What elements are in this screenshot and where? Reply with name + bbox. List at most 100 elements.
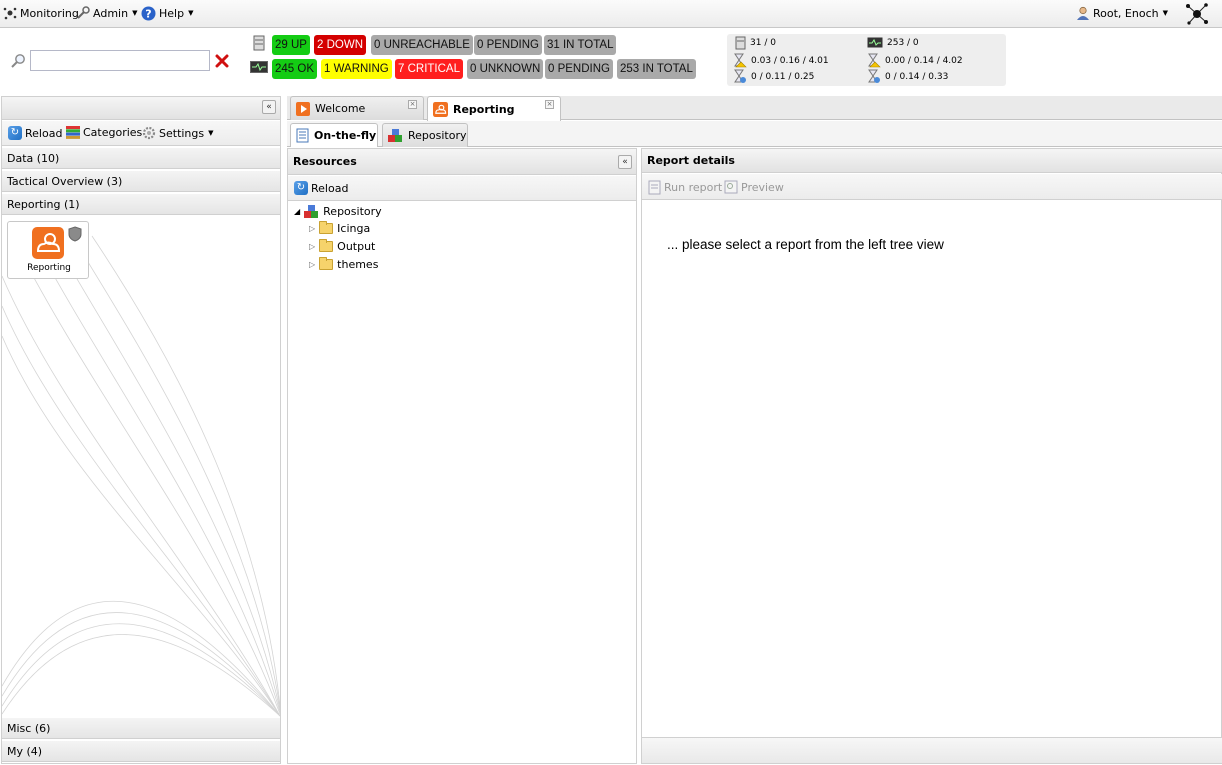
- reporting-cronk-tile[interactable]: Reporting: [7, 221, 89, 279]
- wrench-icon: [77, 6, 90, 19]
- help-label[interactable]: Help: [159, 7, 184, 20]
- services-unknown-badge[interactable]: 0 UNKNOWN: [467, 59, 544, 79]
- resources-reload-button[interactable]: ↻ Reload: [294, 181, 348, 195]
- hourglass-warning-icon: [734, 53, 747, 68]
- preview-icon: [724, 180, 738, 194]
- chevron-down-icon: ▼: [132, 9, 138, 17]
- help-menu[interactable]: ? Help ▼: [141, 5, 193, 21]
- section-tactical-overview[interactable]: Tactical Overview (3): [2, 170, 280, 192]
- menu-bar: Monitoring Admin ▼ ? Help ▼ Root, Enoch ▼: [0, 0, 1222, 28]
- section-reporting[interactable]: Reporting (1): [2, 193, 280, 215]
- report-details-header: Report details: [642, 149, 1222, 173]
- run-report-button[interactable]: Run report: [648, 180, 722, 195]
- background-swoosh: [2, 235, 280, 717]
- reload-icon: ↻: [294, 181, 308, 195]
- host-server-icon: [735, 36, 746, 50]
- perf-host-count: 31 / 0: [735, 36, 776, 50]
- services-warning-badge[interactable]: 1 WARNING: [321, 59, 392, 79]
- admin-menu[interactable]: Admin ▼: [76, 5, 137, 21]
- hosts-up-badge[interactable]: 29 UP: [272, 35, 310, 55]
- categories-icon: [66, 126, 80, 139]
- reporting-cronk-label: Reporting: [27, 263, 71, 273]
- help-icon: ?: [141, 6, 156, 20]
- hourglass-warning-icon: [868, 53, 881, 68]
- user-icon: [1077, 6, 1089, 20]
- service-monitor-icon: [250, 61, 268, 73]
- shield-icon: [68, 226, 82, 242]
- hourglass-exec-icon: [868, 69, 880, 83]
- host-server-icon: [253, 35, 265, 51]
- section-misc[interactable]: Misc (6): [2, 717, 280, 739]
- resources-collapse-button[interactable]: «: [618, 155, 632, 169]
- svg-text:?: ?: [145, 7, 151, 20]
- report-details-title: Report details: [647, 154, 735, 167]
- tree-folder-themes[interactable]: ▷ themes: [309, 257, 378, 271]
- hosts-pending-badge[interactable]: 0 PENDING: [474, 35, 542, 55]
- monitoring-label[interactable]: Monitoring: [20, 7, 79, 20]
- categories-button[interactable]: Categories: [66, 126, 142, 139]
- collapsed-arrow-icon[interactable]: ▷: [309, 260, 315, 269]
- perf-service-latency: 0.00 / 0.14 / 4.02: [867, 53, 963, 68]
- perf-service-exec: 0 / 0.14 / 0.33: [867, 69, 948, 84]
- folder-icon: [319, 239, 334, 252]
- sidebar-header: [2, 97, 280, 120]
- reporting-icon: [433, 101, 448, 117]
- tree-folder-output[interactable]: ▷ Output: [309, 239, 375, 253]
- chevron-down-icon: ▼: [1162, 9, 1168, 17]
- service-monitor-icon: [867, 37, 883, 48]
- search-icon: [11, 54, 25, 68]
- expanded-arrow-icon[interactable]: ◢: [294, 207, 300, 216]
- report-details-footer: [642, 737, 1222, 763]
- close-icon[interactable]: ×: [408, 100, 417, 109]
- performance-box: 31 / 0 253 / 0 0.03 / 0.16 / 4.01 0.00 /…: [727, 34, 1006, 86]
- hosts-down-badge[interactable]: 2 DOWN: [314, 35, 366, 55]
- tab-reporting[interactable]: Reporting ×: [427, 96, 561, 121]
- close-icon[interactable]: ×: [545, 100, 554, 109]
- sidebar-collapse-button[interactable]: «: [262, 100, 276, 114]
- services-pending-badge[interactable]: 0 PENDING: [545, 59, 613, 79]
- repository-icon: [304, 205, 319, 218]
- user-menu[interactable]: Root, Enoch ▼: [1076, 5, 1168, 21]
- reporting-cronk-icon: [32, 227, 64, 259]
- resources-title: Resources: [293, 155, 357, 168]
- hosts-unreachable-badge[interactable]: 0 UNREACHABLE: [371, 35, 473, 55]
- folder-icon: [319, 257, 334, 270]
- perf-host-exec: 0 / 0.11 / 0.25: [733, 69, 814, 84]
- sidebar-reload-button[interactable]: ↻ Reload: [8, 126, 62, 140]
- tree-repository[interactable]: ◢ Repository: [294, 204, 382, 219]
- select-report-message: ... please select a report from the left…: [667, 237, 944, 252]
- user-label[interactable]: Root, Enoch: [1093, 7, 1159, 20]
- tree-folder-icinga[interactable]: ▷ Icinga: [309, 221, 370, 235]
- settings-button[interactable]: Settings ▼: [142, 126, 214, 140]
- document-icon: [296, 128, 309, 143]
- section-my[interactable]: My (4): [2, 740, 280, 762]
- chevron-down-icon: ▼: [208, 129, 214, 137]
- services-critical-badge[interactable]: 7 CRITICAL: [395, 59, 463, 79]
- services-total-badge[interactable]: 253 IN TOTAL: [617, 59, 696, 79]
- section-data[interactable]: Data (10): [2, 147, 280, 169]
- repository-icon: [388, 129, 402, 142]
- reload-icon: ↻: [8, 126, 22, 140]
- hourglass-exec-icon: [734, 69, 746, 83]
- resources-header: Resources: [288, 149, 636, 175]
- monitoring-icon: [3, 7, 17, 20]
- tab-welcome[interactable]: Welcome ×: [290, 96, 424, 120]
- play-icon: [296, 101, 310, 116]
- collapsed-arrow-icon[interactable]: ▷: [309, 224, 315, 233]
- services-ok-badge[interactable]: 245 OK: [272, 59, 317, 79]
- admin-label[interactable]: Admin: [93, 7, 128, 20]
- perf-service-count: 253 / 0: [867, 37, 919, 48]
- monitoring-menu[interactable]: Monitoring: [3, 5, 79, 21]
- hosts-total-badge[interactable]: 31 IN TOTAL: [544, 35, 617, 55]
- perf-host-latency: 0.03 / 0.16 / 4.01: [733, 53, 829, 68]
- subtab-onthefly[interactable]: On-the-fly: [290, 123, 378, 147]
- preview-button[interactable]: Preview: [724, 180, 784, 194]
- chevron-down-icon: ▼: [188, 9, 194, 17]
- clear-search-icon[interactable]: [215, 54, 229, 68]
- collapsed-arrow-icon[interactable]: ▷: [309, 242, 315, 251]
- search-input[interactable]: [30, 50, 210, 71]
- folder-icon: [319, 221, 334, 234]
- gear-icon: [142, 126, 156, 140]
- icinga-logo-icon[interactable]: [1184, 1, 1210, 27]
- subtab-repository[interactable]: Repository: [382, 123, 468, 147]
